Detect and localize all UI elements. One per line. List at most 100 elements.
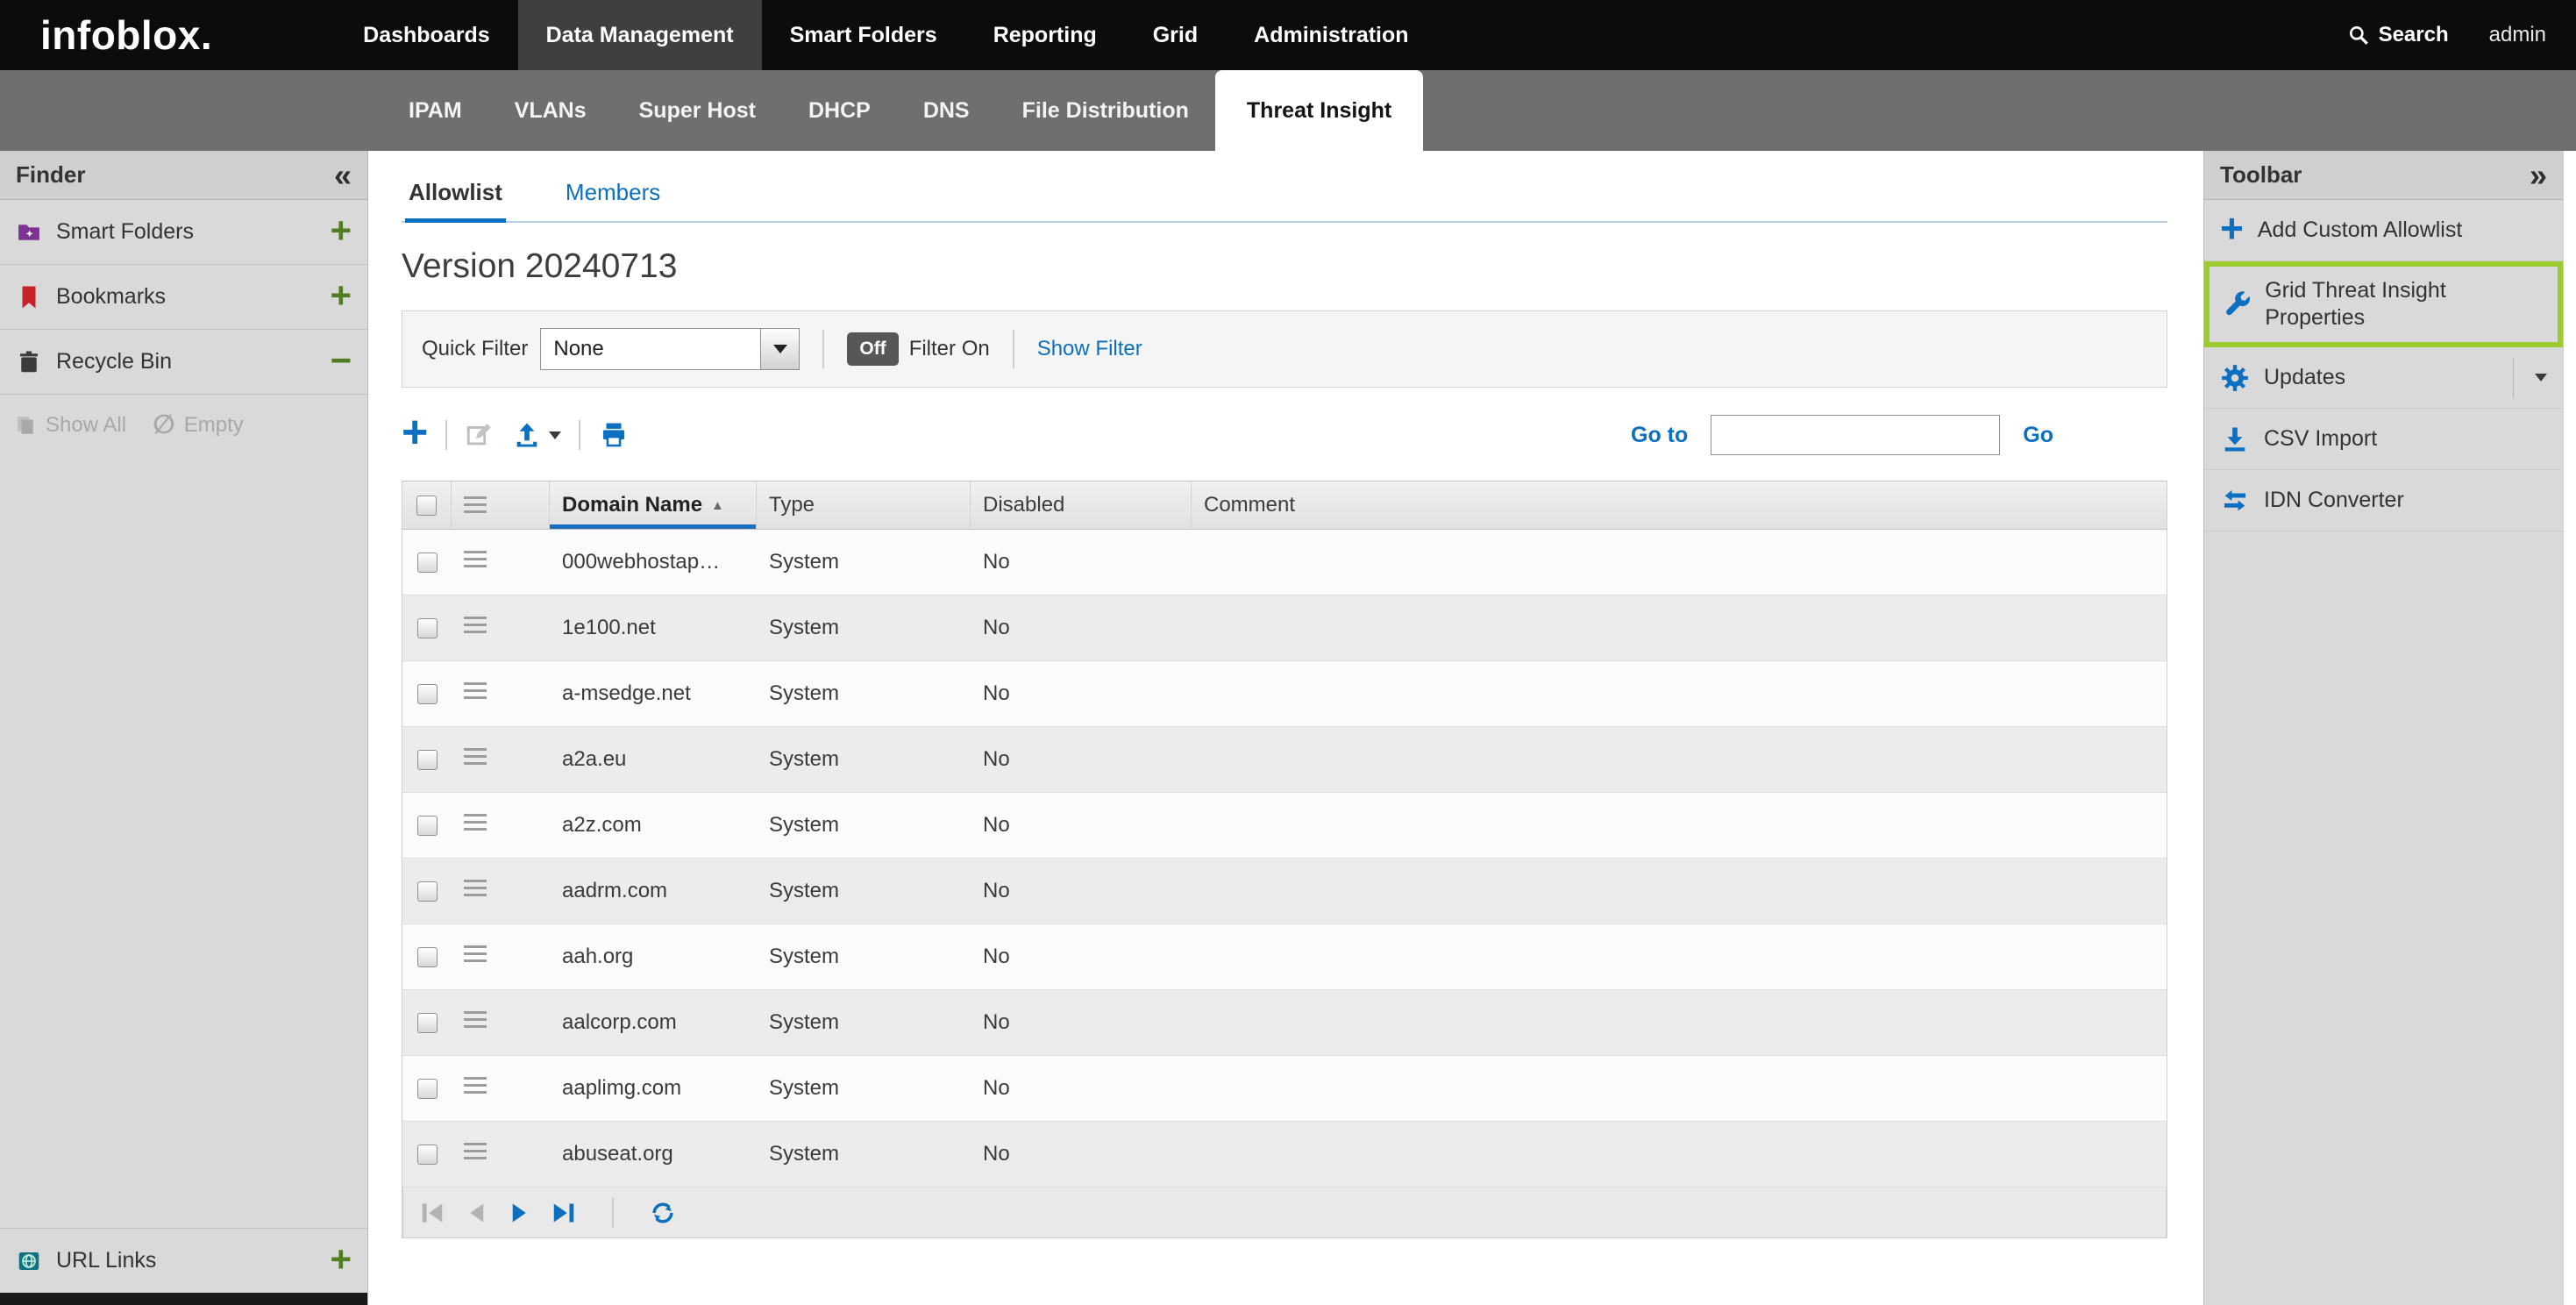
- row-checkbox[interactable]: [417, 1013, 438, 1033]
- table-row[interactable]: aalcorp.com System No: [402, 990, 2167, 1056]
- primary-nav: Dashboards Data Management Smart Folders…: [335, 0, 1436, 70]
- row-menu-icon[interactable]: [464, 880, 487, 897]
- nav-grid[interactable]: Grid: [1125, 0, 1226, 70]
- table-row[interactable]: 000webhostap… System No: [402, 530, 2167, 595]
- header-checkbox-cell: [402, 481, 452, 529]
- row-menu-icon[interactable]: [464, 551, 487, 568]
- toolbar-item-grid-threat-insight-properties[interactable]: Grid Threat Insight Properties: [2210, 267, 2558, 342]
- row-checkbox[interactable]: [417, 553, 438, 573]
- row-menu-icon[interactable]: [464, 945, 487, 963]
- table-row[interactable]: 1e100.net System No: [402, 595, 2167, 661]
- show-filter-link[interactable]: Show Filter: [1037, 337, 1142, 361]
- add-bookmark-button[interactable]: +: [330, 277, 352, 314]
- toolbar-item-csv-import[interactable]: CSV Import: [2204, 409, 2563, 470]
- nav-smart-folders[interactable]: Smart Folders: [762, 0, 965, 70]
- column-header-type[interactable]: Type: [757, 481, 971, 529]
- domain-cell: a2a.eu: [550, 747, 757, 772]
- updates-dropdown-button[interactable]: [2513, 358, 2547, 398]
- import-button[interactable]: [512, 420, 561, 450]
- table-row[interactable]: abuseat.org System No: [402, 1122, 2167, 1187]
- type-cell: System: [757, 1142, 971, 1166]
- row-menu-icon[interactable]: [464, 682, 487, 700]
- last-page-button[interactable]: [551, 1200, 577, 1226]
- row-menu-icon[interactable]: [464, 1077, 487, 1095]
- toolbar-item-idn-converter[interactable]: IDN Converter: [2204, 470, 2563, 531]
- row-menu-icon[interactable]: [464, 748, 487, 766]
- user-menu[interactable]: admin: [2489, 23, 2546, 47]
- nav-dashboards[interactable]: Dashboards: [335, 0, 517, 70]
- print-button[interactable]: [598, 420, 630, 450]
- expand-panel-icon[interactable]: »: [2530, 160, 2547, 191]
- menu-icon[interactable]: [464, 496, 487, 514]
- edit-button[interactable]: [465, 420, 495, 450]
- column-header-comment[interactable]: Comment: [1192, 481, 2167, 529]
- search-button[interactable]: Search: [2347, 23, 2449, 47]
- recycle-bin-actions: Show All ∅ Empty: [0, 395, 367, 456]
- chevron-down-icon[interactable]: [760, 329, 799, 369]
- finder-item-url-links[interactable]: URL Links +: [0, 1228, 367, 1293]
- row-menu-icon[interactable]: [464, 814, 487, 831]
- add-url-link-button[interactable]: +: [330, 1241, 352, 1278]
- subnav-super-host[interactable]: Super Host: [613, 70, 782, 151]
- subnav-dns[interactable]: DNS: [897, 70, 996, 151]
- scrollbar-track[interactable]: [2563, 151, 2576, 1305]
- nav-data-management[interactable]: Data Management: [518, 0, 762, 70]
- separator: [822, 330, 824, 368]
- edit-icon: [465, 420, 495, 450]
- toolbar-item-add-custom-allowlist[interactable]: + Add Custom Allowlist: [2204, 200, 2563, 261]
- row-menu-icon[interactable]: [464, 1011, 487, 1029]
- domain-cell: aalcorp.com: [550, 1010, 757, 1035]
- row-checkbox[interactable]: [417, 881, 438, 902]
- previous-page-button[interactable]: [463, 1200, 489, 1226]
- table-row[interactable]: a2z.com System No: [402, 793, 2167, 859]
- table-row[interactable]: aaplimg.com System No: [402, 1056, 2167, 1122]
- finder-item-bookmarks[interactable]: Bookmarks +: [0, 265, 367, 330]
- show-all-button[interactable]: Show All: [14, 413, 126, 438]
- quick-filter-value: None: [541, 329, 760, 369]
- row-checkbox[interactable]: [417, 684, 438, 704]
- select-all-checkbox[interactable]: [416, 496, 437, 516]
- row-menu-icon[interactable]: [464, 617, 487, 634]
- goto-input[interactable]: [1711, 415, 2000, 455]
- collapse-recycle-bin-button[interactable]: −: [330, 342, 352, 379]
- column-header-disabled[interactable]: Disabled: [971, 481, 1192, 529]
- collapse-panel-icon[interactable]: «: [334, 160, 352, 191]
- add-smart-folder-button[interactable]: +: [330, 212, 352, 249]
- tab-members[interactable]: Members: [562, 174, 664, 221]
- finder-item-smart-folders[interactable]: Smart Folders +: [0, 200, 367, 265]
- row-checkbox[interactable]: [417, 816, 438, 836]
- add-button[interactable]: +: [402, 410, 428, 455]
- chevron-down-icon[interactable]: [549, 431, 561, 439]
- table-row[interactable]: aadrm.com System No: [402, 859, 2167, 924]
- row-menu-icon[interactable]: [464, 1143, 487, 1160]
- subnav-file-distribution[interactable]: File Distribution: [996, 70, 1215, 151]
- row-checkbox[interactable]: [417, 618, 438, 638]
- toolbar-item-updates[interactable]: Updates: [2204, 347, 2563, 409]
- quick-filter-select[interactable]: None: [540, 328, 800, 370]
- subnav-vlans[interactable]: VLANs: [488, 70, 613, 151]
- refresh-button[interactable]: [649, 1199, 677, 1227]
- nav-reporting[interactable]: Reporting: [965, 0, 1125, 70]
- filter-toggle[interactable]: Off: [847, 332, 898, 366]
- domain-cell: 1e100.net: [550, 616, 757, 640]
- empty-recycle-bin-button[interactable]: ∅ Empty: [153, 412, 244, 439]
- row-checkbox[interactable]: [417, 750, 438, 770]
- tab-allowlist[interactable]: Allowlist: [405, 174, 506, 223]
- wrench-icon: [2222, 289, 2251, 319]
- row-checkbox[interactable]: [417, 1145, 438, 1165]
- row-checkbox[interactable]: [417, 947, 438, 967]
- table-row[interactable]: a2a.eu System No: [402, 727, 2167, 793]
- finder-item-recycle-bin[interactable]: Recycle Bin −: [0, 330, 367, 395]
- go-button[interactable]: Go: [2023, 423, 2053, 448]
- nav-administration[interactable]: Administration: [1226, 0, 1436, 70]
- subnav-threat-insight[interactable]: Threat Insight: [1215, 70, 1423, 151]
- first-page-button[interactable]: [419, 1200, 445, 1226]
- subnav-dhcp[interactable]: DHCP: [782, 70, 897, 151]
- subnav-ipam[interactable]: IPAM: [382, 70, 488, 151]
- row-checkbox[interactable]: [417, 1079, 438, 1099]
- table-row[interactable]: aah.org System No: [402, 924, 2167, 990]
- table-row[interactable]: a-msedge.net System No: [402, 661, 2167, 727]
- next-page-button[interactable]: [507, 1200, 533, 1226]
- finder-bottom-strip: [0, 1293, 367, 1305]
- column-header-domain-name[interactable]: Domain Name ▲: [550, 481, 757, 529]
